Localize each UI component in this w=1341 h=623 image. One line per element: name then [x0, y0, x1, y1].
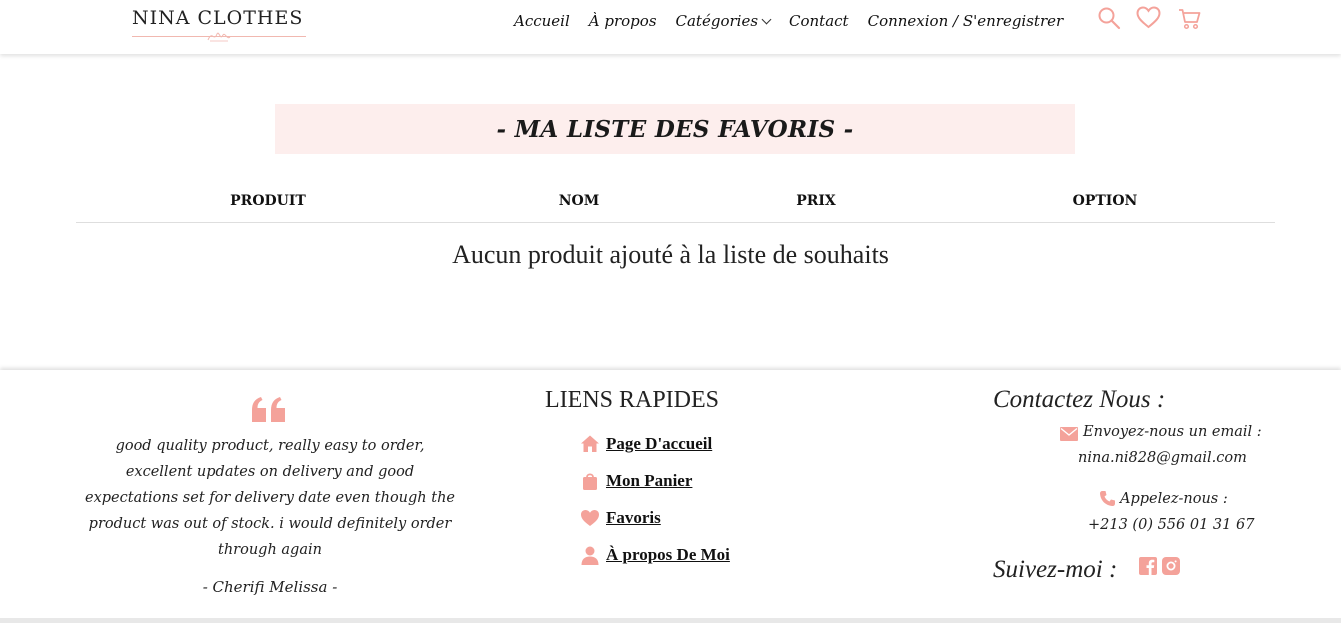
- column-header-produit: PRODUIT: [230, 193, 306, 209]
- logo-signature-icon: [207, 32, 231, 42]
- quick-link-about[interactable]: À propos De Moi: [580, 545, 730, 565]
- phone-label: Appelez-nous :: [1120, 491, 1228, 507]
- nav-a-propos[interactable]: À propos: [589, 12, 657, 30]
- brand-name: NINA CLOTHES: [132, 7, 304, 29]
- main-nav: Accueil À propos Catégories Contact Conn…: [514, 10, 1063, 32]
- brand-logo[interactable]: NINA CLOTHES: [132, 7, 306, 42]
- column-header-option: OPTION: [1072, 193, 1138, 209]
- page-title: - MA LISTE DES FAVORIS -: [496, 115, 854, 143]
- heart-icon[interactable]: [1136, 6, 1161, 30]
- quick-link-home[interactable]: Page D'accueil: [580, 434, 712, 454]
- phone-icon: [1100, 491, 1115, 506]
- site-header: NINA CLOTHES Accueil À propos Catégories…: [0, 0, 1341, 54]
- cart-icon[interactable]: [1178, 8, 1201, 30]
- column-header-prix: PRIX: [796, 193, 836, 209]
- quick-link-favoris[interactable]: Favoris: [580, 508, 661, 528]
- quick-link-cart-label: Mon Panier: [606, 471, 693, 490]
- email-address[interactable]: nina.ni828@gmail.com: [1078, 450, 1247, 466]
- follow-label: Suivez-moi :: [993, 556, 1118, 583]
- nav-accueil[interactable]: Accueil: [514, 12, 570, 30]
- empty-wishlist-message: Aucun produit ajouté à la liste de souha…: [452, 240, 889, 269]
- site-footer: good quality product, really easy to ord…: [0, 370, 1341, 619]
- wishlist-title-banner: - MA LISTE DES FAVORIS -: [275, 104, 1075, 154]
- quick-link-cart[interactable]: Mon Panier: [580, 471, 692, 491]
- testimonial-author: - Cherifi Melissa -: [202, 578, 338, 596]
- nav-connexion[interactable]: Connexion / S'enregistrer: [868, 12, 1064, 30]
- instagram-icon[interactable]: [1162, 557, 1180, 575]
- search-icon[interactable]: [1097, 6, 1121, 30]
- contact-title: Contactez Nous :: [993, 386, 1166, 413]
- table-divider: [76, 222, 1275, 223]
- footer-bottom-bar: [0, 618, 1341, 623]
- quick-link-home-label: Page D'accueil: [606, 434, 713, 453]
- nav-categories-label: Catégories: [675, 12, 759, 30]
- home-icon: [581, 435, 599, 452]
- email-label: Envoyez-nous un email :: [1083, 424, 1262, 440]
- bag-icon: [583, 473, 597, 490]
- phone-number[interactable]: +213 (0) 556 01 31 67: [1088, 517, 1254, 533]
- chevron-down-icon: [761, 14, 772, 25]
- user-icon: [581, 546, 599, 565]
- facebook-icon[interactable]: [1139, 557, 1157, 575]
- nav-categories[interactable]: Catégories: [675, 12, 772, 30]
- column-header-nom: NOM: [558, 193, 600, 209]
- quick-links-title: LIENS RAPIDES: [545, 387, 720, 413]
- testimonial-quote: good quality product, really easy to ord…: [85, 438, 455, 558]
- envelope-icon: [1060, 427, 1078, 441]
- quote-icon: [252, 397, 285, 422]
- quick-link-favoris-label: Favoris: [606, 508, 661, 527]
- nav-contact[interactable]: Contact: [789, 12, 849, 30]
- heart-icon: [581, 510, 599, 526]
- quick-link-about-label: À propos De Moi: [606, 545, 730, 564]
